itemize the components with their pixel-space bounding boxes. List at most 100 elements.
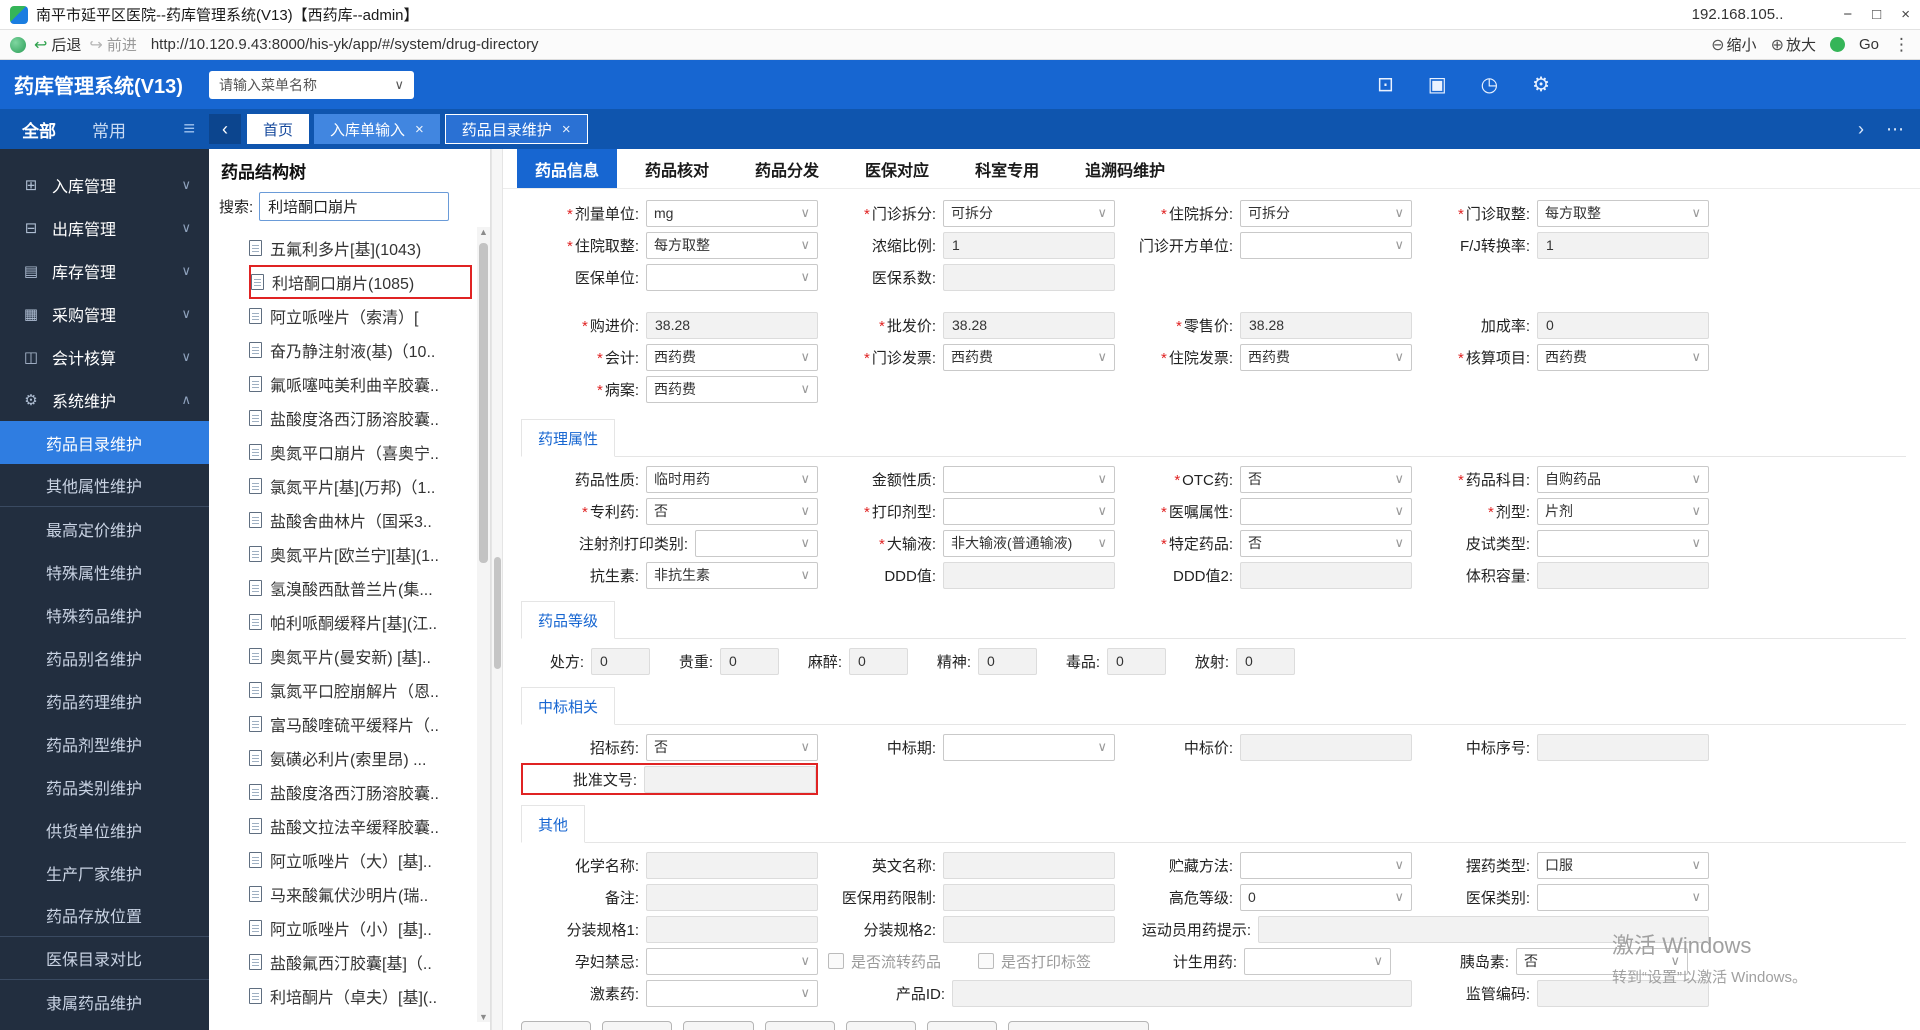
scroll-down-icon[interactable]: ▼ [477,1012,490,1022]
field-select[interactable]: ∨ [1537,883,1709,911]
form-tab[interactable]: 药品核对 [627,149,727,188]
field-input[interactable] [646,883,818,911]
action-button[interactable]: 取 消 [926,1021,998,1030]
window-tab[interactable]: 入库单输入 × [314,114,440,144]
field-input[interactable]: 38.28 [646,311,818,339]
field-select[interactable]: 可拆分 ∨ [943,199,1115,227]
tree-item[interactable]: 盐酸度洛西汀肠溶胶囊.. [249,401,472,435]
field-select[interactable]: 0 ∨ [1240,883,1412,911]
section-tab[interactable]: 其他 [521,805,586,843]
field-input[interactable] [1537,561,1709,589]
field-select[interactable]: 西药费 ∨ [1537,343,1709,371]
sidebar-item[interactable]: 药品别名维护 [0,636,209,679]
action-button[interactable]: 修 改 [683,1021,754,1030]
action-button[interactable]: 新 增 [521,1021,592,1030]
tree-item[interactable]: 盐酸文拉法辛缓释胶囊.. [249,809,472,843]
form-tab[interactable]: 药品信息 [517,149,618,188]
zoom-in-button[interactable]: ⊕ 放大 [1771,34,1816,55]
scroll-up-icon[interactable]: ▲ [477,227,490,237]
sidebar-item[interactable]: 药品药理维护 [0,679,209,722]
sidebar-group[interactable]: ◫ 会计核算 ∨ [0,335,209,378]
field-select[interactable]: ∨ [943,497,1115,525]
sidebar-group[interactable]: ⚙ 系统维护 ∧ [0,378,209,421]
form-tab[interactable]: 医保对应 [847,149,947,188]
field-select[interactable]: ∨ [1240,851,1412,879]
field-input[interactable] [943,915,1115,943]
history-icon[interactable]: ◷ [1481,72,1498,97]
nav-tab[interactable]: 常用 [92,117,126,142]
field-select[interactable]: 西药费 ∨ [646,343,818,371]
field-select[interactable]: ∨ [646,947,818,975]
go-button[interactable]: Go [1859,36,1879,53]
field-input[interactable] [1240,733,1412,761]
tree-item[interactable]: 奥氮平片[欧兰宁][基](1.. [249,537,472,571]
field-select[interactable]: 可拆分 ∨ [1240,199,1412,227]
field-select[interactable]: 否 ∨ [1516,947,1688,975]
more-menu-icon[interactable]: ⋮ [1893,35,1910,55]
sidebar-item[interactable]: 特殊药品维护 [0,593,209,636]
tree-item[interactable]: 氢溴酸西酞普兰片(集... [249,571,472,605]
tree-item[interactable]: 五氟利多片[基](1043) [249,231,472,265]
tree-item[interactable]: 利培酮片（卓夫）[基](.. [249,979,472,1013]
close-tab-icon[interactable]: × [415,121,424,138]
form-scrollbar[interactable] [491,149,503,1030]
field-select[interactable]: 自购药品 ∨ [1537,465,1709,493]
field-select[interactable]: 每方取整 ∨ [646,231,818,259]
section-tab[interactable]: 药品等级 [521,601,616,639]
field-select[interactable]: 片剂 ∨ [1537,497,1709,525]
close-icon[interactable]: × [1901,6,1910,23]
tree-scrollbar[interactable]: ▲ ▼ [477,227,490,1022]
sidebar-item[interactable]: 药品目录维护 [0,421,209,464]
form-scrollbar-thumb[interactable] [494,557,501,669]
action-button[interactable]: 停 用 [764,1021,835,1030]
field-select[interactable]: 否 ∨ [646,497,818,525]
field-select[interactable]: ∨ [1240,231,1412,259]
field-select[interactable]: ∨ [1537,529,1709,557]
tab-scroll-right-icon[interactable]: › [1858,119,1864,140]
field-select[interactable]: ∨ [943,465,1115,493]
field-input[interactable] [952,979,1412,1007]
field-input[interactable] [646,915,818,943]
field-select[interactable]: 西药费 ∨ [646,375,818,403]
tab-scroll-left-icon[interactable]: ‹ [209,114,241,144]
tree-item[interactable]: 阿立哌唑片（索清）[ [249,299,472,333]
field-select[interactable]: 否 ∨ [1240,529,1412,557]
forward-button[interactable]: ↪ 前进 [89,34,136,55]
field-input[interactable] [1537,979,1709,1007]
nav-tab[interactable]: 全部 [22,117,56,142]
field-input[interactable] [943,883,1115,911]
menu-icon[interactable]: ≡ [183,118,195,141]
sidebar-item[interactable]: 特殊属性维护 [0,550,209,593]
tree-search-input[interactable] [259,192,450,221]
sidebar-group[interactable]: ⊞ 入库管理 ∨ [0,163,209,206]
tree-item[interactable]: 奋乃静注射液(基)（10.. [249,333,472,367]
sidebar-item[interactable]: 药品存放位置 [0,894,209,937]
field-input[interactable]: 0 [849,647,908,675]
field-select[interactable]: ∨ [1244,947,1391,975]
field-input[interactable]: 0 [1236,647,1295,675]
sidebar-item[interactable]: 其他属性维护 [0,464,209,507]
window-tab[interactable]: 药品目录维护 × [444,114,588,144]
field-select[interactable]: 临时用药 ∨ [646,465,818,493]
settings-icon[interactable]: ⚙ [1532,72,1550,97]
sidebar-item[interactable]: 药品类别维护 [0,765,209,808]
tree-item[interactable]: 盐酸舍曲林片（国采3.. [249,503,472,537]
tree-item[interactable]: 阿立哌唑片（小）[基].. [249,911,472,945]
tree-item[interactable]: 富马酸喹硫平缓释片（.. [249,707,472,741]
field-select[interactable]: ∨ [695,529,818,557]
field-input[interactable]: 0 [1107,647,1166,675]
action-button[interactable]: 查看药品说明书 [1008,1021,1150,1030]
field-select[interactable]: ∨ [646,263,818,291]
tree-item[interactable]: 氟哌噻吨美利曲辛胶囊.. [249,367,472,401]
tree-item[interactable]: 氨磺必利片(索里昂) ... [249,741,472,775]
tab-overflow-icon[interactable]: ⋯ [1886,119,1904,140]
tree-item[interactable]: 氯氮平口腔崩解片（恩.. [249,673,472,707]
field-input[interactable]: 0 [1537,311,1709,339]
tree-item[interactable]: 氯氮平片[基](万邦)（1.. [249,469,472,503]
back-button[interactable]: ↩ 后退 [34,34,81,55]
field-input[interactable] [943,851,1115,879]
menu-search-input[interactable]: 请输入菜单名称 ∨ [209,70,414,99]
field-input[interactable] [646,851,818,879]
plugin-icon[interactable]: ⊡ [1377,72,1394,97]
sidebar-item[interactable]: 供货单位维护 [0,808,209,851]
